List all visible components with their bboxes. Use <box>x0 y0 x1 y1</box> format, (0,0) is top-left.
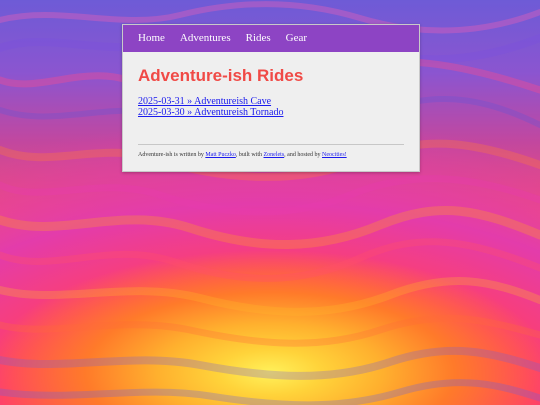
site-card: Home Adventures Rides Gear Adventure-ish… <box>122 24 420 172</box>
post-link-tornado[interactable]: 2025-03-30 » Adventureish Tornado <box>138 107 404 118</box>
neocities-link[interactable]: Neocities! <box>322 152 347 158</box>
zonelets-link[interactable]: Zonelets <box>264 152 285 158</box>
nav-link-home[interactable]: Home <box>138 25 165 52</box>
top-navigation: Home Adventures Rides Gear <box>123 25 419 52</box>
footer-text-hosted-by: , and hosted by <box>284 152 322 158</box>
page-title: Adventure-ish Rides <box>138 66 304 85</box>
post-link-cave[interactable]: 2025-03-31 » Adventureish Cave <box>138 96 404 107</box>
footer-text-written-by: Adventure-ish is written by <box>138 152 206 158</box>
footer-text-built-with: , built with <box>235 152 264 158</box>
nav-link-rides[interactable]: Rides <box>246 25 271 52</box>
author-link[interactable]: Matt Puczko <box>205 152 236 158</box>
nav-link-gear[interactable]: Gear <box>286 25 307 52</box>
footer-divider <box>138 144 404 145</box>
post-list: 2025-03-31 » Adventureish Cave 2025-03-3… <box>138 96 404 118</box>
site-footer: Adventure-ish is written by Matt Puczko,… <box>138 150 404 160</box>
main-content: Adventure-ish Rides 2025-03-31 » Adventu… <box>123 52 419 160</box>
nav-link-adventures[interactable]: Adventures <box>180 25 231 52</box>
